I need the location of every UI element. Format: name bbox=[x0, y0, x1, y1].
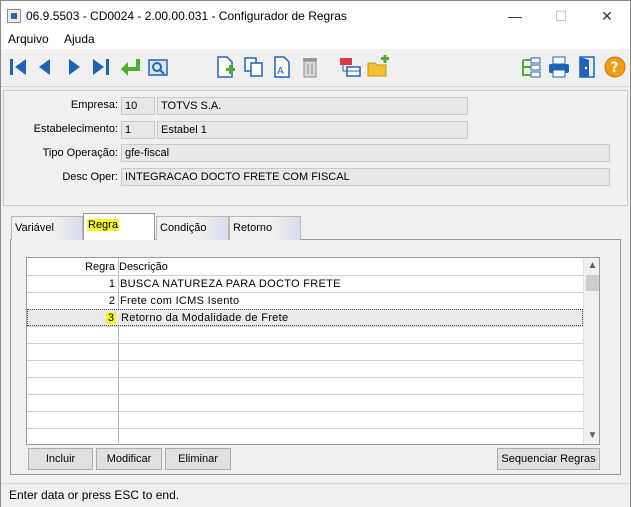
svg-text:A: A bbox=[277, 66, 284, 77]
app-window: 06.9.5503 - CD0024 - 2.00.00.031 - Confi… bbox=[0, 0, 631, 507]
desc-oper-field: INTEGRACAO DOCTO FRETE COM FISCAL bbox=[121, 168, 610, 186]
cell-descricao: Retorno da Modalidade de Frete bbox=[121, 312, 289, 324]
title-bar: 06.9.5503 - CD0024 - 2.00.00.031 - Confi… bbox=[1, 1, 630, 31]
menu-arquivo[interactable]: Arquivo bbox=[8, 32, 49, 46]
estabelecimento-label: Estabelecimento: bbox=[33, 123, 118, 135]
cell-regra: 3 bbox=[105, 312, 116, 324]
last-record-icon[interactable] bbox=[89, 55, 113, 79]
menu-ajuda[interactable]: Ajuda bbox=[64, 32, 95, 46]
modificar-button[interactable]: Modificar bbox=[96, 448, 162, 470]
tipo-operacao-label: Tipo Operação: bbox=[42, 147, 118, 159]
tab-regra[interactable]: Regra bbox=[83, 213, 155, 240]
cell-descricao: Frete com ICMS Isento bbox=[120, 295, 240, 307]
eliminar-button[interactable]: Eliminar bbox=[165, 448, 231, 470]
edit-icon[interactable]: A bbox=[270, 55, 294, 79]
new-folder-icon[interactable] bbox=[366, 55, 390, 79]
tree-icon[interactable] bbox=[519, 55, 543, 79]
new-icon[interactable] bbox=[213, 55, 237, 79]
empresa-label: Empresa: bbox=[70, 99, 118, 111]
help-icon[interactable]: ? bbox=[603, 55, 627, 79]
empty-row[interactable] bbox=[27, 360, 583, 377]
incluir-button[interactable]: Incluir bbox=[28, 448, 93, 470]
scroll-up-icon[interactable]: ▲ bbox=[584, 259, 599, 273]
delete-icon[interactable] bbox=[298, 55, 322, 79]
search-icon[interactable] bbox=[146, 55, 170, 79]
cell-regra: 2 bbox=[108, 295, 115, 307]
first-record-icon[interactable] bbox=[6, 55, 30, 79]
cell-descricao: BUSCA NATUREZA PARA DOCTO FRETE bbox=[120, 278, 341, 290]
tab-strip: Variável Regra Condição Retorno bbox=[11, 212, 311, 240]
estabelecimento-name-field: Estabel 1 bbox=[157, 121, 468, 139]
status-bar: Enter data or press ESC to end. bbox=[1, 483, 630, 507]
tab-variavel[interactable]: Variável bbox=[11, 216, 83, 240]
grid-header: Regra Descrição bbox=[27, 258, 583, 275]
svg-text:?: ? bbox=[611, 60, 619, 76]
empresa-code-field: 10 bbox=[121, 97, 155, 115]
table-row-selected[interactable]: 3 Retorno da Modalidade de Frete bbox=[27, 309, 583, 326]
scroll-down-icon[interactable]: ▼ bbox=[584, 429, 599, 443]
table-row[interactable]: 1 BUSCA NATUREZA PARA DOCTO FRETE bbox=[27, 275, 583, 292]
window-title: 06.9.5503 - CD0024 - 2.00.00.031 - Confi… bbox=[26, 9, 347, 23]
previous-record-icon[interactable] bbox=[33, 55, 57, 79]
column-header-regra[interactable]: Regra bbox=[27, 261, 115, 273]
empty-row[interactable] bbox=[27, 394, 583, 411]
copy-icon[interactable] bbox=[242, 55, 266, 79]
close-button[interactable]: ✕ bbox=[584, 1, 630, 31]
app-icon bbox=[7, 9, 21, 23]
tab-condicao[interactable]: Condição bbox=[156, 216, 229, 240]
menu-bar: Arquivo Ajuda bbox=[1, 31, 630, 49]
empresa-name-field: TOTVS S.A. bbox=[157, 97, 468, 115]
empty-row[interactable] bbox=[27, 411, 583, 428]
rules-grid[interactable]: Regra Descrição 1 BUSCA NATUREZA PARA DO… bbox=[26, 257, 600, 445]
desc-oper-label: Desc Oper: bbox=[62, 171, 118, 183]
tipo-operacao-field: gfe-fiscal bbox=[121, 144, 610, 162]
sequenciar-regras-button[interactable]: Sequenciar Regras bbox=[497, 448, 600, 470]
exit-icon[interactable] bbox=[575, 55, 599, 79]
tab-retorno[interactable]: Retorno bbox=[229, 216, 301, 240]
cell-regra: 1 bbox=[108, 278, 115, 290]
vertical-scrollbar[interactable]: ▲ ▼ bbox=[583, 258, 599, 444]
empty-row[interactable] bbox=[27, 377, 583, 394]
empty-row[interactable] bbox=[27, 343, 583, 360]
column-header-descricao[interactable]: Descrição bbox=[119, 261, 168, 273]
go-to-icon[interactable] bbox=[118, 55, 142, 79]
related-icon[interactable] bbox=[338, 55, 362, 79]
empty-row[interactable] bbox=[27, 428, 583, 444]
toolbar: A ? bbox=[1, 49, 630, 87]
minimize-button[interactable]: — bbox=[492, 1, 538, 31]
estabelecimento-code-field: 1 bbox=[121, 121, 155, 139]
table-row[interactable]: 2 Frete com ICMS Isento bbox=[27, 292, 583, 309]
empty-row[interactable] bbox=[27, 326, 583, 343]
maximize-button[interactable]: ☐ bbox=[538, 1, 584, 31]
scroll-thumb[interactable] bbox=[586, 275, 599, 291]
header-panel: Empresa: 10 TOTVS S.A. Estabelecimento: … bbox=[3, 90, 628, 206]
print-icon[interactable] bbox=[547, 55, 571, 79]
next-record-icon[interactable] bbox=[62, 55, 86, 79]
